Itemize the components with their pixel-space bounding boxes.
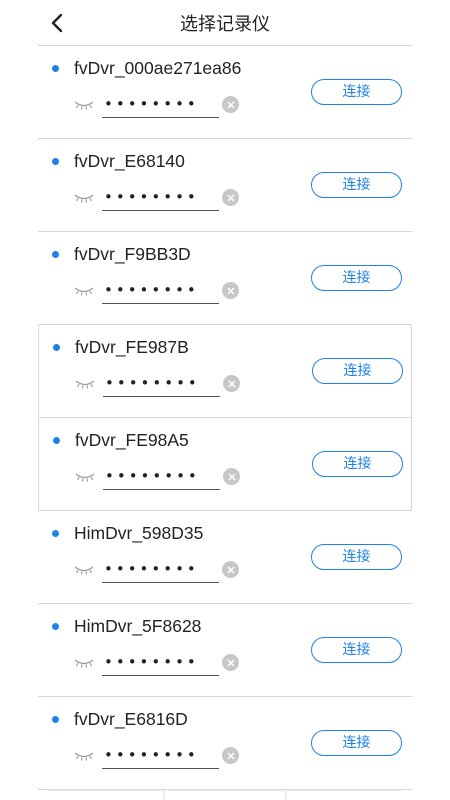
device-ssid: HimDvr_5F8628 bbox=[74, 616, 202, 636]
password-input[interactable] bbox=[102, 742, 219, 769]
connect-button[interactable]: 连接 bbox=[312, 358, 403, 384]
device-row: fvDvr_E68140 连接 bbox=[38, 139, 412, 232]
close-icon bbox=[226, 565, 235, 574]
device-ssid: fvDvr_000ae271ea86 bbox=[74, 58, 242, 78]
clear-password-button[interactable] bbox=[223, 375, 240, 392]
device-row: fvDvr_FE987B 连接 bbox=[38, 325, 412, 418]
device-ssid: fvDvr_E6816D bbox=[74, 709, 188, 729]
eye-closed-icon[interactable] bbox=[74, 751, 94, 761]
eye-closed-icon[interactable] bbox=[74, 565, 94, 575]
close-icon bbox=[226, 100, 235, 109]
eye-closed-icon[interactable] bbox=[75, 472, 95, 482]
close-icon bbox=[226, 751, 235, 760]
clear-password-button[interactable] bbox=[223, 468, 240, 485]
device-list: fvDvr_000ae271ea86 连接 fvDvr_E68140 连接 fv… bbox=[38, 46, 412, 790]
status-dot-icon bbox=[52, 530, 59, 537]
device-row: fvDvr_F9BB3D 连接 bbox=[38, 232, 412, 325]
eye-closed-icon[interactable] bbox=[74, 658, 94, 668]
clear-password-button[interactable] bbox=[222, 282, 239, 299]
close-icon bbox=[226, 658, 235, 667]
status-dot-icon bbox=[53, 344, 60, 351]
clear-password-button[interactable] bbox=[222, 747, 239, 764]
device-row: fvDvr_000ae271ea86 连接 bbox=[38, 46, 412, 139]
password-input[interactable] bbox=[103, 463, 220, 490]
connect-button[interactable]: 连接 bbox=[312, 451, 403, 477]
eye-closed-icon[interactable] bbox=[74, 100, 94, 110]
password-input[interactable] bbox=[102, 556, 219, 583]
close-icon bbox=[227, 472, 236, 481]
close-icon bbox=[227, 379, 236, 388]
device-row: HimDvr_598D35 连接 bbox=[38, 511, 412, 604]
password-input[interactable] bbox=[102, 184, 219, 211]
password-input[interactable] bbox=[102, 277, 219, 304]
device-ssid: fvDvr_FE987B bbox=[75, 337, 189, 357]
device-ssid: fvDvr_FE98A5 bbox=[75, 430, 189, 450]
status-dot-icon bbox=[52, 251, 59, 258]
status-dot-icon bbox=[52, 65, 59, 72]
connect-button[interactable]: 连接 bbox=[311, 172, 402, 198]
status-dot-icon bbox=[52, 716, 59, 723]
password-input[interactable] bbox=[103, 370, 220, 397]
device-ssid: HimDvr_598D35 bbox=[74, 523, 204, 543]
device-row: fvDvr_E6816D 连接 bbox=[38, 697, 412, 790]
page-title: 选择记录仪 bbox=[180, 14, 270, 35]
password-input[interactable] bbox=[102, 91, 219, 118]
device-ssid: fvDvr_F9BB3D bbox=[74, 244, 191, 264]
status-dot-icon bbox=[52, 623, 59, 630]
connect-button[interactable]: 连接 bbox=[311, 79, 402, 105]
password-input[interactable] bbox=[102, 649, 219, 676]
connect-button[interactable]: 连接 bbox=[311, 265, 402, 291]
device-row: HimDvr_5F8628 连接 bbox=[38, 604, 412, 697]
close-icon bbox=[226, 193, 235, 202]
connect-button[interactable]: 连接 bbox=[311, 637, 402, 663]
eye-closed-icon[interactable] bbox=[74, 286, 94, 296]
next-row-partial bbox=[48, 789, 402, 800]
status-dot-icon bbox=[53, 437, 60, 444]
header-bar: 选择记录仪 bbox=[0, 0, 450, 46]
connect-button[interactable]: 连接 bbox=[311, 544, 402, 570]
close-icon bbox=[226, 286, 235, 295]
status-dot-icon bbox=[52, 158, 59, 165]
clear-password-button[interactable] bbox=[222, 96, 239, 113]
eye-closed-icon[interactable] bbox=[75, 379, 95, 389]
connect-button[interactable]: 连接 bbox=[311, 730, 402, 756]
device-row: fvDvr_FE98A5 连接 bbox=[38, 418, 412, 511]
device-ssid: fvDvr_E68140 bbox=[74, 151, 185, 171]
clear-password-button[interactable] bbox=[222, 189, 239, 206]
clear-password-button[interactable] bbox=[222, 654, 239, 671]
eye-closed-icon[interactable] bbox=[74, 193, 94, 203]
clear-password-button[interactable] bbox=[222, 561, 239, 578]
